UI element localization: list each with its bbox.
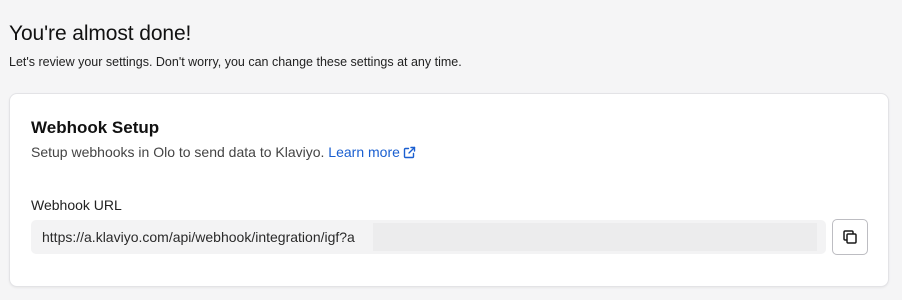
learn-more-link[interactable]: Learn more: [328, 144, 416, 160]
card-title: Webhook Setup: [31, 118, 160, 137]
copy-url-button[interactable]: [832, 219, 868, 255]
page-title: You're almost done!: [9, 22, 192, 45]
card-description: Setup webhooks in Olo to send data to Kl…: [31, 144, 416, 162]
webhook-setup-card: Webhook Setup Setup webhooks in Olo to s…: [9, 93, 889, 287]
webhook-url-label: Webhook URL: [31, 197, 122, 213]
learn-more-label: Learn more: [328, 144, 400, 160]
webhook-url-field[interactable]: https://a.klaviyo.com/api/webhook/integr…: [31, 220, 826, 254]
webhook-url-value: https://a.klaviyo.com/api/webhook/integr…: [42, 229, 355, 245]
copy-icon: [842, 229, 858, 245]
card-description-text: Setup webhooks in Olo to send data to Kl…: [31, 144, 325, 160]
page-subtitle: Let's review your settings. Don't worry,…: [9, 55, 462, 69]
external-link-icon: [403, 146, 416, 162]
redacted-area: [373, 223, 817, 251]
